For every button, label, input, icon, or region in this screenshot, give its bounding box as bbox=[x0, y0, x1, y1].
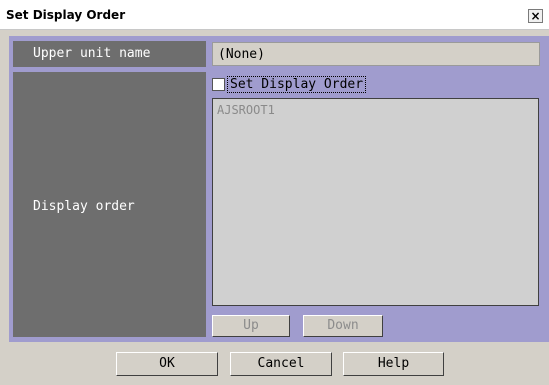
display-order-label-cell: Display order bbox=[13, 72, 206, 337]
upper-unit-label-cell: Upper unit name bbox=[13, 41, 206, 67]
upper-unit-label: Upper unit name bbox=[33, 46, 151, 61]
help-button[interactable]: Help bbox=[343, 352, 444, 376]
display-order-listbox[interactable]: AJSROOT1 bbox=[212, 98, 539, 306]
ok-button[interactable]: OK bbox=[116, 352, 218, 376]
close-icon: × bbox=[530, 9, 541, 23]
down-button[interactable]: Down bbox=[303, 315, 383, 337]
set-display-order-checkbox[interactable] bbox=[212, 78, 225, 91]
set-display-order-label[interactable]: Set Display Order bbox=[227, 76, 367, 93]
title-bar: Set Display Order × bbox=[0, 0, 549, 30]
window-title: Set Display Order bbox=[6, 8, 126, 22]
close-button[interactable]: × bbox=[528, 9, 543, 23]
cancel-button[interactable]: Cancel bbox=[230, 352, 332, 376]
up-button[interactable]: Up bbox=[212, 315, 290, 337]
list-item[interactable]: AJSROOT1 bbox=[217, 103, 275, 117]
upper-unit-name-field: (None) bbox=[212, 42, 540, 66]
display-order-label: Display order bbox=[33, 199, 135, 214]
